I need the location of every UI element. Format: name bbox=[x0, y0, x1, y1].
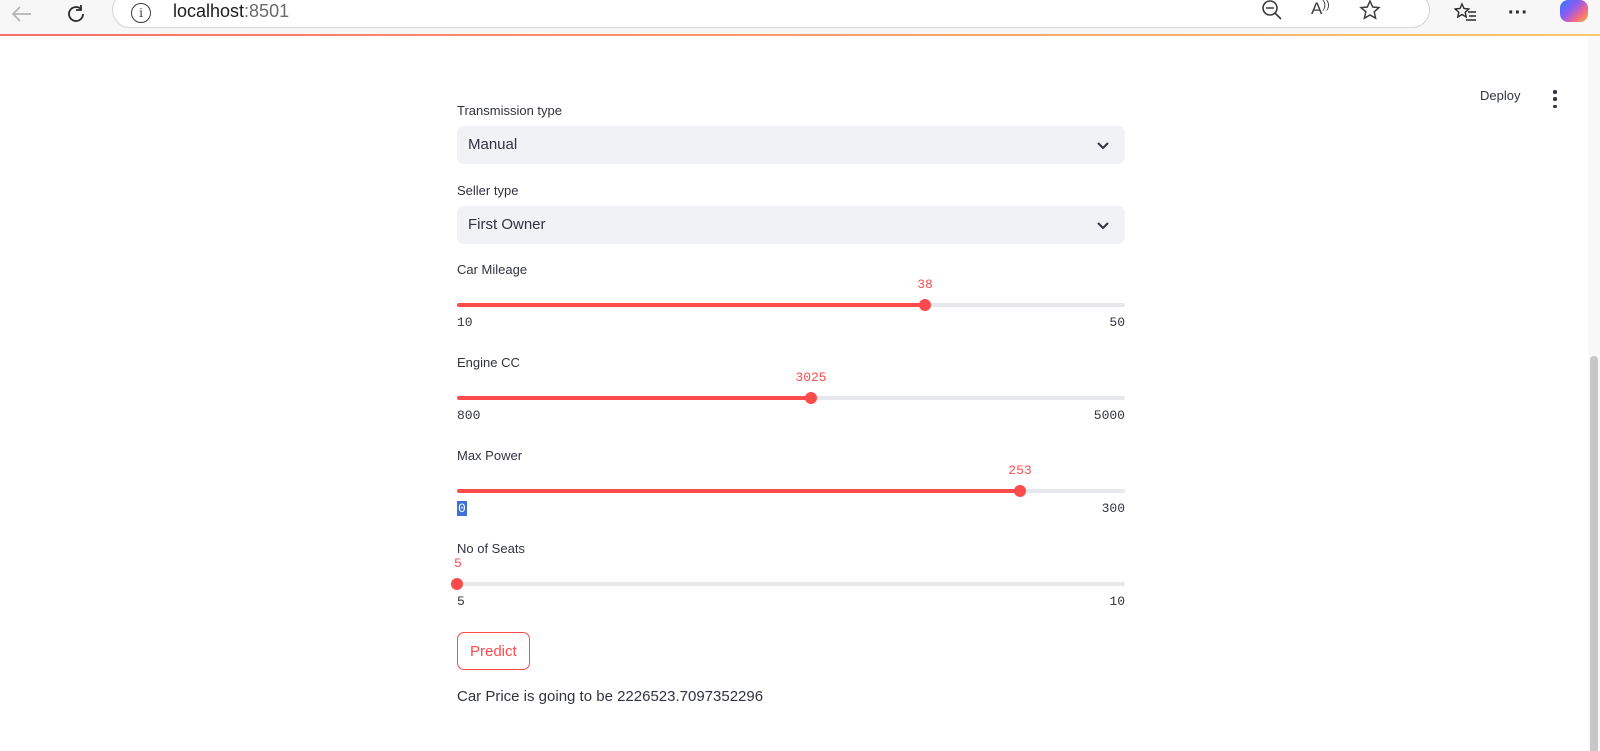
seller-type-value: First Owner bbox=[468, 216, 546, 233]
slider-current-value: 3025 bbox=[795, 370, 827, 385]
address-bar[interactable]: i localhost:8501 A)) bbox=[112, 0, 1430, 28]
back-arrow-icon[interactable] bbox=[8, 0, 36, 28]
url-text[interactable]: localhost:8501 bbox=[173, 1, 289, 22]
slider-current-value: 5 bbox=[454, 556, 462, 571]
transmission-type-label: Transmission type bbox=[457, 103, 562, 118]
seller-type-label: Seller type bbox=[457, 183, 519, 198]
main-menu-icon[interactable] bbox=[1550, 90, 1560, 108]
slider-min-label: 0 bbox=[457, 501, 467, 516]
slider-min-label: 800 bbox=[457, 408, 481, 423]
slider-thumb[interactable] bbox=[919, 299, 931, 311]
transmission-type-value: Manual bbox=[468, 136, 518, 153]
browser-chrome: i localhost:8501 A)) ··· bbox=[0, 0, 1600, 36]
copilot-icon[interactable] bbox=[1560, 0, 1588, 22]
slider-current-value: 253 bbox=[1008, 463, 1032, 478]
page-scrollbar[interactable] bbox=[1588, 36, 1600, 751]
slider-max-label: 50 bbox=[1109, 315, 1125, 330]
engine-cc-slider[interactable]: 3025 800 5000 bbox=[457, 370, 1125, 430]
transmission-type-select[interactable]: Manual bbox=[457, 126, 1125, 164]
slider-fill bbox=[457, 396, 811, 400]
slider-thumb[interactable] bbox=[451, 578, 463, 590]
scrollbar-thumb[interactable] bbox=[1590, 356, 1598, 751]
engine-cc-label: Engine CC bbox=[457, 355, 520, 370]
slider-max-label: 300 bbox=[1101, 501, 1125, 516]
site-info-icon[interactable]: i bbox=[131, 3, 151, 23]
slider-fill bbox=[457, 303, 925, 307]
slider-current-value: 38 bbox=[917, 277, 933, 292]
prediction-result-text: Car Price is going to be 2226523.7097352… bbox=[457, 688, 764, 705]
no-of-seats-label: No of Seats bbox=[457, 541, 525, 556]
refresh-icon[interactable] bbox=[62, 0, 90, 28]
no-of-seats-slider[interactable]: 5 5 10 bbox=[451, 556, 1125, 616]
slider-max-label: 5000 bbox=[1093, 408, 1125, 423]
max-power-slider[interactable]: 253 0 300 bbox=[457, 463, 1125, 523]
zoom-out-icon[interactable] bbox=[1261, 0, 1283, 27]
more-options-icon[interactable]: ··· bbox=[1508, 0, 1528, 26]
slider-min-label: 5 bbox=[457, 594, 465, 609]
slider-max-label: 10 bbox=[1109, 594, 1125, 609]
car-mileage-label: Car Mileage bbox=[457, 262, 528, 277]
car-mileage-slider[interactable]: 38 10 50 bbox=[457, 277, 1125, 337]
chevron-down-icon bbox=[1097, 222, 1109, 230]
favorite-star-icon[interactable] bbox=[1359, 0, 1381, 27]
seller-type-select[interactable]: First Owner bbox=[457, 206, 1125, 244]
deploy-button[interactable]: Deploy bbox=[1480, 88, 1520, 103]
slider-thumb[interactable] bbox=[1014, 485, 1026, 497]
predict-button[interactable]: Predict bbox=[457, 632, 530, 670]
slider-thumb[interactable] bbox=[805, 392, 817, 404]
slider-track[interactable] bbox=[457, 582, 1125, 586]
slider-min-label: 10 bbox=[457, 315, 473, 330]
slider-fill bbox=[457, 489, 1020, 493]
streamlit-app: Deploy Transmission type Manual Seller t… bbox=[0, 36, 1600, 751]
favorites-list-icon[interactable] bbox=[1454, 0, 1478, 26]
read-aloud-icon[interactable]: A)) bbox=[1311, 0, 1330, 19]
max-power-label: Max Power bbox=[457, 448, 523, 463]
chevron-down-icon bbox=[1097, 142, 1109, 150]
